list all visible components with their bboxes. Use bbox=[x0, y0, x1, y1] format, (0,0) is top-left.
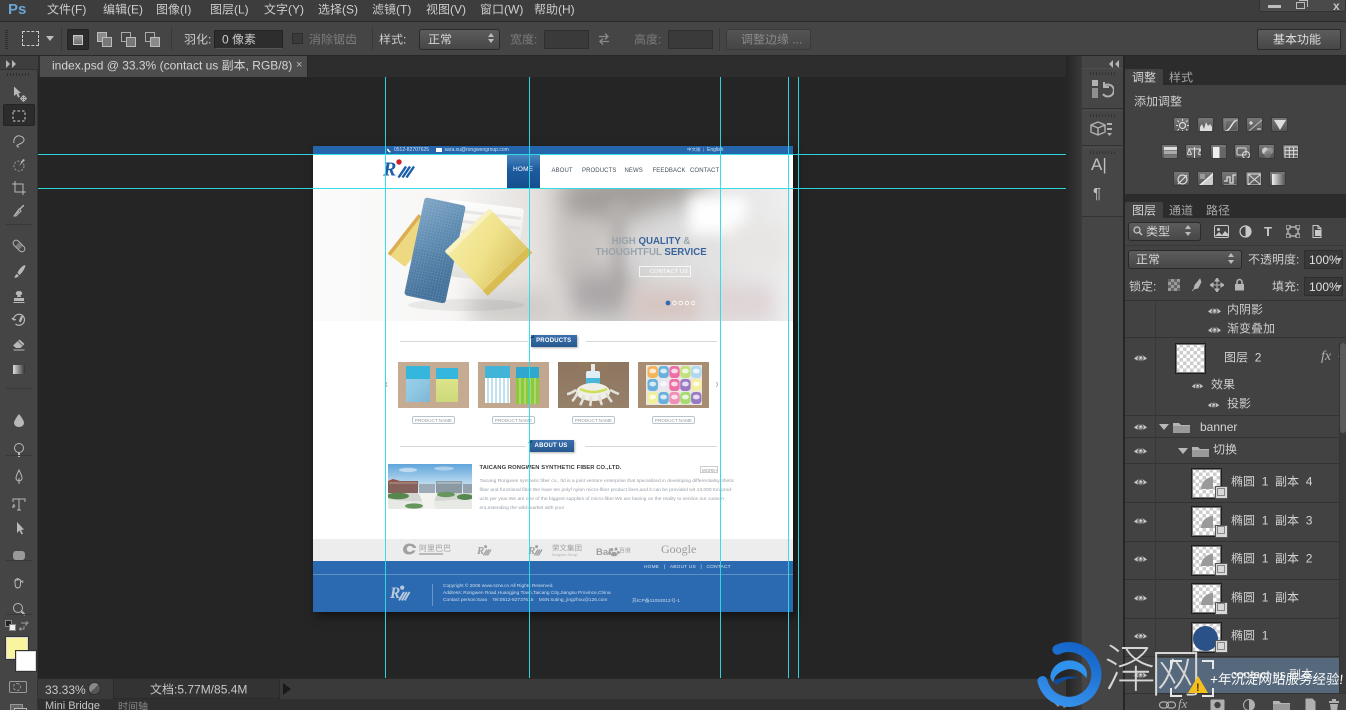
svg-text::: : bbox=[403, 33, 406, 47]
svg-text::: : bbox=[208, 33, 211, 47]
svg-text:(T): (T) bbox=[396, 2, 411, 16]
svg-text:us: us bbox=[206, 59, 219, 73]
svg-text:+: + bbox=[1209, 672, 1219, 687]
svg-text::: : bbox=[658, 33, 661, 47]
svg-text:index.psd: index.psd bbox=[52, 59, 103, 73]
svg-text:2: 2 bbox=[1255, 351, 1262, 365]
svg-text:(I): (I) bbox=[180, 2, 191, 16]
svg-text:@: @ bbox=[107, 59, 119, 73]
svg-text:1: 1 bbox=[1262, 475, 1269, 489]
svg-text::: : bbox=[1296, 253, 1299, 267]
svg-text:RGB/8): RGB/8) bbox=[252, 59, 292, 73]
svg-text:(H): (H) bbox=[558, 2, 575, 16]
svg-text:(W): (W) bbox=[504, 2, 523, 16]
svg-text:(contact: (contact bbox=[160, 59, 203, 73]
svg-text:1: 1 bbox=[1262, 513, 1269, 527]
svg-text:1: 1 bbox=[1262, 590, 1269, 604]
svg-text:4: 4 bbox=[1306, 475, 1313, 489]
svg-text:0: 0 bbox=[222, 33, 229, 47]
svg-text:33.3%: 33.3% bbox=[122, 59, 156, 73]
svg-text:(E): (E) bbox=[127, 2, 143, 16]
svg-text:,: , bbox=[246, 59, 249, 73]
svg-text:(F): (F) bbox=[71, 2, 86, 16]
svg-text:...: ... bbox=[792, 33, 802, 47]
svg-text:(V): (V) bbox=[450, 2, 466, 16]
svg-text:1: 1 bbox=[1262, 629, 1269, 643]
svg-text:ICP: ICP bbox=[637, 598, 645, 604]
svg-text:3: 3 bbox=[1306, 513, 1313, 527]
svg-text:1: 1 bbox=[1262, 552, 1269, 566]
svg-text:(S): (S) bbox=[342, 2, 358, 16]
svg-text:-1: -1 bbox=[676, 598, 681, 604]
svg-text::: : bbox=[1296, 280, 1299, 294]
svg-text:11053013: 11053013 bbox=[650, 598, 671, 604]
svg-text:(L): (L) bbox=[234, 2, 249, 16]
svg-text:(Y): (Y) bbox=[288, 2, 304, 16]
svg-text::: : bbox=[534, 33, 537, 47]
svg-text::: : bbox=[1153, 280, 1156, 294]
svg-text::5.77M/85.4M: :5.77M/85.4M bbox=[174, 683, 247, 697]
svg-text:2: 2 bbox=[1306, 552, 1313, 566]
